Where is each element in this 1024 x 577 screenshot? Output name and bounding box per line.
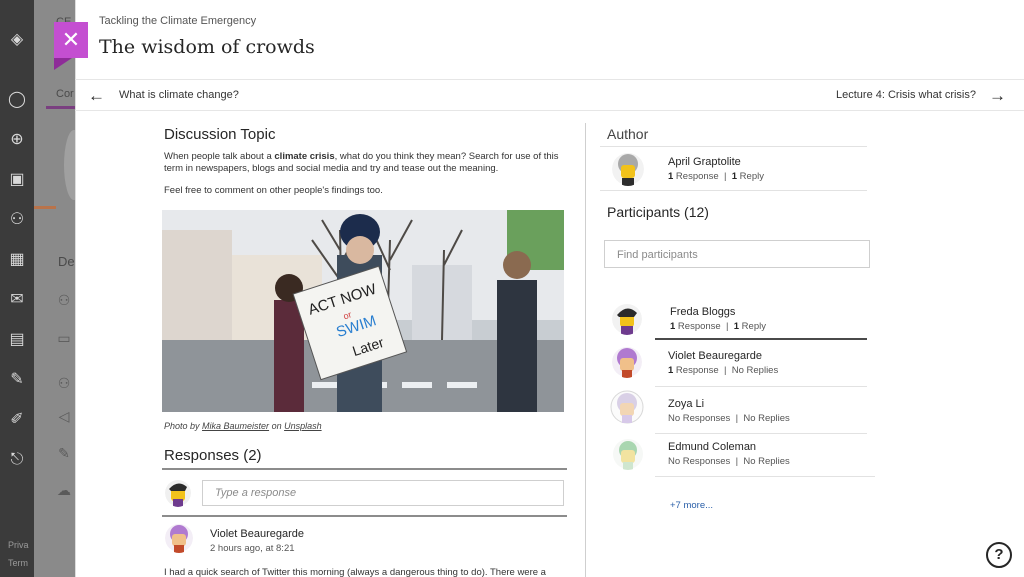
discussion-topic-heading: Discussion Topic: [164, 126, 276, 143]
author-stats: 1 Response | 1 Reply: [668, 171, 764, 182]
violet-avatar: [165, 523, 193, 553]
participant-name-zoya[interactable]: Zoya Li: [668, 398, 704, 410]
mail-icon: ✉: [10, 291, 24, 308]
participant-stats-zoya: No Responses | No Replies: [668, 413, 790, 424]
course-title: Tackling the Climate Emergency: [99, 15, 257, 27]
logout-icon: ⎋: [10, 451, 24, 468]
background-content: CE Cor De ⚇ ▭ ⚇ ◁ ✎ ☁: [34, 0, 84, 577]
response-text: I had a quick search of Twitter this mor…: [164, 567, 546, 577]
photo-caption: Photo by Mika Baumeister on Unsplash: [164, 421, 322, 431]
author-name[interactable]: April Graptolite: [668, 156, 741, 168]
globe-icon: ⊕: [10, 131, 24, 148]
footer-privacy: Priva: [8, 540, 29, 550]
participant-selected-underline: [655, 338, 867, 340]
topic-paragraph-1: When people talk about a climate crisis,…: [164, 151, 559, 174]
photo-site-link[interactable]: Unsplash: [284, 421, 322, 431]
author-avatar: [612, 152, 644, 186]
participant-name-violet[interactable]: Violet Beauregarde: [668, 350, 762, 362]
previous-item-link[interactable]: What is climate change?: [119, 89, 239, 101]
footer-terms: Term: [8, 558, 28, 568]
bg-section: De: [58, 254, 75, 269]
background-nav-rail: ◈ ◯ ⊕ ▣ ⚇ ▦ ✉ ▤ ✎ ✐ ⎋ Priva Term: [0, 0, 34, 577]
calendar-icon: ▦: [9, 251, 25, 268]
bg-people-icon: ⚇: [57, 292, 71, 308]
next-item-link[interactable]: Lecture 4: Crisis what crisis?: [836, 89, 976, 101]
participants-heading: Participants (12): [607, 204, 709, 220]
participant-divider: [655, 433, 867, 434]
user-icon: ◯: [8, 91, 26, 108]
participant-stats-violet: 1 Response | No Replies: [668, 365, 779, 376]
arrow-left-icon[interactable]: ←: [88, 86, 105, 106]
page-title: The wisdom of crowds: [99, 36, 315, 58]
freda-avatar: [612, 303, 642, 335]
participant-name-edmund[interactable]: Edmund Coleman: [668, 441, 756, 453]
bg-cloud-icon: ☁: [57, 482, 71, 498]
author-divider: [600, 146, 867, 147]
photo-author-link[interactable]: Mika Baumeister: [202, 421, 269, 431]
author-bottom-divider: [600, 190, 867, 191]
topic-photo: ACT NOW or SWIM Later: [162, 210, 564, 412]
bg-wrench-icon: ✎: [58, 445, 70, 461]
participant-stats-edmund: No Responses | No Replies: [668, 456, 790, 467]
arrow-right-icon[interactable]: →: [989, 86, 1006, 106]
response-timestamp: 2 hours ago, at 8:21: [210, 543, 295, 554]
bg-group-icon: ⚇: [57, 375, 71, 391]
author-heading: Author: [607, 126, 649, 142]
zoya-avatar: [610, 390, 644, 424]
participant-stats-freda: 1 Response | 1 Reply: [670, 321, 766, 332]
violet-participant-avatar: [612, 346, 642, 378]
help-icon[interactable]: ?: [986, 542, 1012, 568]
response-input-divider: [162, 515, 567, 517]
column-divider: [585, 123, 586, 577]
discussion-topic-body: When people talk about a climate crisis,…: [164, 151, 564, 207]
find-participants-input[interactable]: Find participants: [604, 240, 870, 268]
participant-name-freda[interactable]: Freda Bloggs: [670, 306, 735, 318]
grades-icon: ▤: [9, 331, 25, 348]
responses-divider: [162, 468, 567, 470]
bg-announce-icon: ◁: [58, 408, 70, 424]
response-input[interactable]: Type a response: [202, 480, 564, 506]
topic-paragraph-2: Feel free to comment on other people's f…: [164, 185, 383, 196]
edit-icon: ✐: [10, 411, 24, 428]
tools-icon: ✎: [10, 371, 24, 388]
edmund-avatar: [612, 438, 644, 470]
participant-divider: [655, 476, 875, 477]
bg-tab: Cor: [56, 88, 74, 100]
response-author-name[interactable]: Violet Beauregarde: [210, 528, 304, 540]
content-navigation: ← What is climate change? Lecture 4: Cri…: [75, 79, 1024, 111]
groups-icon: ⚇: [9, 211, 25, 228]
courses-icon: ▣: [9, 171, 25, 188]
close-button[interactable]: ✕: [54, 22, 88, 70]
bg-video-icon: ▭: [57, 330, 71, 346]
logo-icon: ◈: [10, 31, 24, 48]
current-user-avatar: [165, 479, 191, 507]
responses-heading: Responses (2): [164, 447, 262, 464]
more-participants-link[interactable]: +7 more...: [670, 500, 713, 511]
participant-divider: [655, 386, 867, 387]
